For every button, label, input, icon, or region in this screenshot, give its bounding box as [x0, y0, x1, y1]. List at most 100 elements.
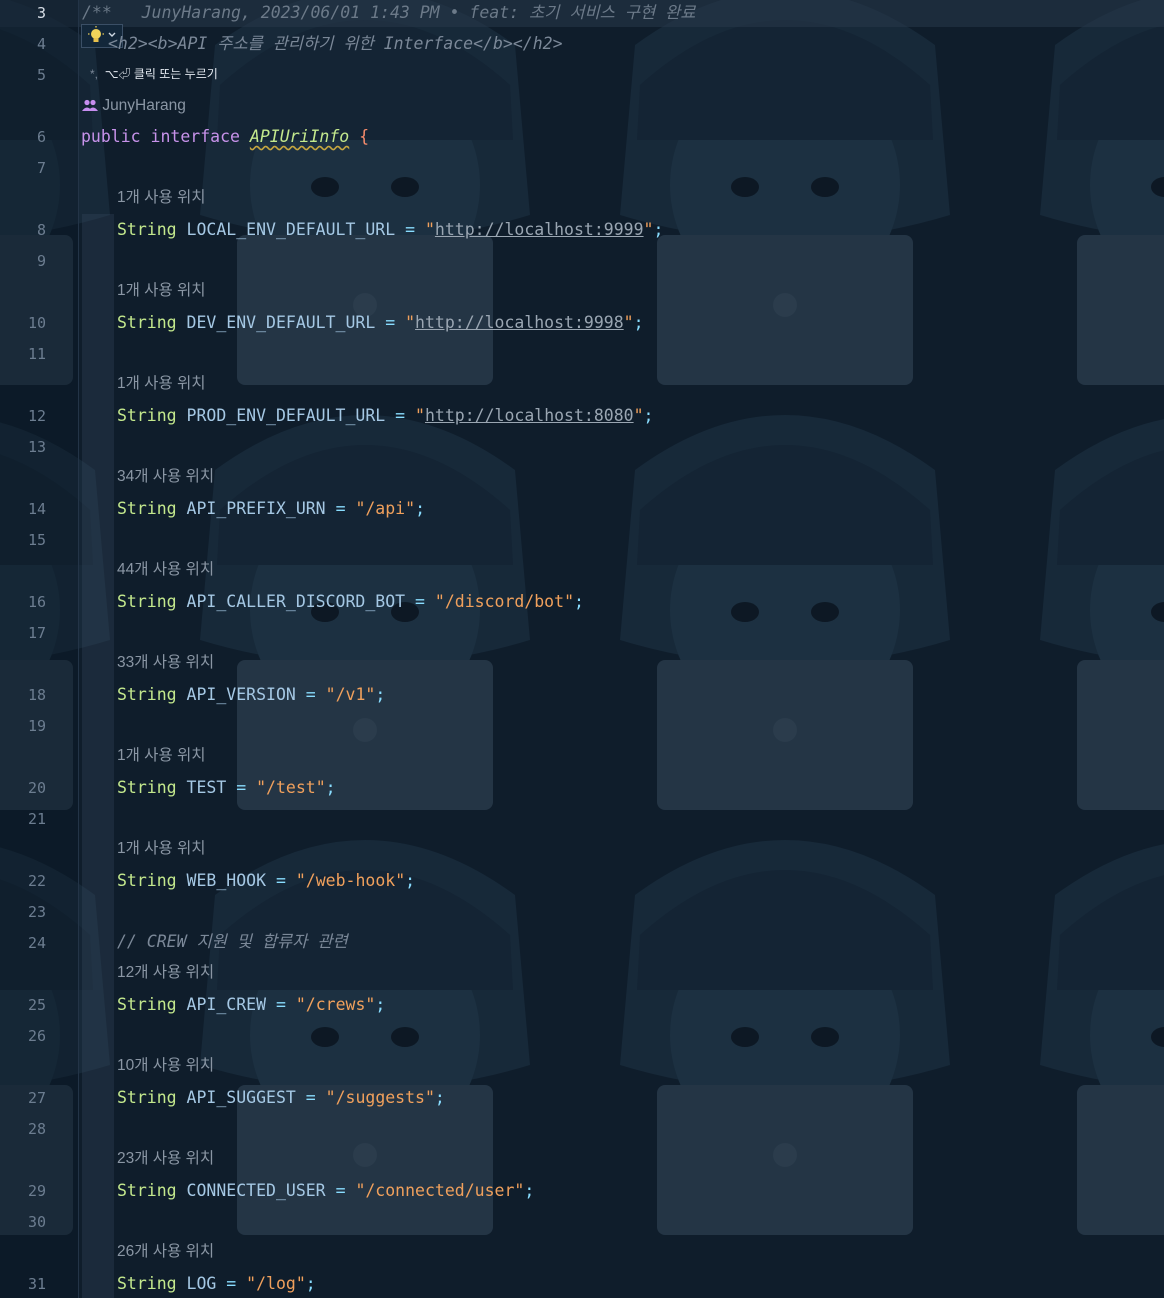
javadoc-line: <h2><b>API 주소를 관리하기 위한 Interface</b></h2… [108, 34, 563, 53]
string-literal: "/web-hook" [295, 871, 406, 890]
line-number[interactable]: 27 [0, 1088, 46, 1108]
field-type[interactable]: String [117, 1088, 177, 1107]
line-number[interactable]: 20 [0, 778, 46, 798]
field-declaration: String API_SUGGEST = "/suggests"; [117, 1087, 445, 1109]
field-value[interactable]: http://localhost:8080 [425, 406, 634, 425]
field-value: /v1 [335, 685, 366, 704]
line-number[interactable]: 7 [0, 158, 46, 178]
line-number[interactable]: 3 [0, 3, 46, 23]
string-literal: "/test" [256, 778, 326, 797]
field-value: /suggests [335, 1088, 425, 1107]
line-number[interactable]: 5 [0, 65, 46, 85]
assign-operator: = [305, 685, 316, 704]
line-number[interactable]: 28 [0, 1119, 46, 1139]
field-name[interactable]: API_CALLER_DISCORD_BOT [187, 592, 406, 611]
field-type[interactable]: String [117, 871, 177, 890]
field-type[interactable]: String [117, 220, 177, 239]
field-name[interactable]: DEV_ENV_DEFAULT_URL [187, 313, 376, 332]
field-type[interactable]: String [117, 592, 177, 611]
field-type[interactable]: String [117, 1181, 177, 1200]
field-declaration: String TEST = "/test"; [117, 777, 336, 799]
line-number[interactable]: 10 [0, 313, 46, 333]
line-number[interactable]: 8 [0, 220, 46, 240]
field-name[interactable]: TEST [187, 778, 227, 797]
usage-hint[interactable]: 33개 사용 위치 [117, 653, 214, 673]
usage-hint[interactable]: 26개 사용 위치 [117, 1242, 214, 1262]
usage-hint[interactable]: 44개 사용 위치 [117, 560, 214, 580]
code-editor[interactable]: 3 4 5 6 7 8 9 10 11 12 13 14 15 16 17 18 19 20 21 22 23 24 25 2… [0, 0, 1164, 1298]
field-type[interactable]: String [117, 685, 177, 704]
field-type[interactable]: String [117, 1274, 177, 1293]
field-name[interactable]: CONNECTED_USER [187, 1181, 326, 1200]
assign-operator: = [385, 313, 396, 332]
line-number[interactable]: 29 [0, 1181, 46, 1201]
line-number[interactable]: 23 [0, 902, 46, 922]
line-number[interactable]: 25 [0, 995, 46, 1015]
interface-name[interactable]: APIUriInfo [250, 127, 349, 146]
string-literal: "/suggests" [325, 1088, 435, 1107]
usage-hint[interactable]: 34개 사용 위치 [117, 467, 214, 487]
usage-hint[interactable]: 1개 사용 위치 [117, 374, 206, 394]
semicolon: ; [653, 220, 664, 239]
usage-hint[interactable]: 10개 사용 위치 [117, 1056, 214, 1076]
usage-hint[interactable]: 1개 사용 위치 [117, 746, 206, 766]
git-blame-annotation: /** JunyHarang, 2023/06/01 1:43 PM • fea… [82, 3, 696, 22]
line-number[interactable]: 15 [0, 530, 46, 550]
field-name[interactable]: LOG [187, 1274, 217, 1293]
field-value[interactable]: http://localhost:9998 [415, 313, 624, 332]
field-name[interactable]: API_VERSION [187, 685, 296, 704]
line-number[interactable]: 21 [0, 809, 46, 829]
semicolon: ; [405, 871, 416, 890]
field-type[interactable]: String [117, 995, 177, 1014]
semicolon: ; [524, 1181, 535, 1200]
line-number[interactable]: 26 [0, 1026, 46, 1046]
line-number[interactable]: 4 [0, 34, 46, 54]
line-number[interactable]: 16 [0, 592, 46, 612]
field-value[interactable]: http://localhost:9999 [435, 220, 644, 239]
field-type[interactable]: String [117, 313, 177, 332]
field-type[interactable]: String [117, 499, 177, 518]
field-value: /api [365, 499, 406, 518]
string-literal: "/discord/bot" [434, 592, 574, 611]
line-number[interactable]: 31 [0, 1274, 46, 1294]
field-declaration: String LOCAL_ENV_DEFAULT_URL = "http://l… [117, 219, 663, 241]
semicolon: ; [434, 1088, 445, 1107]
line-number[interactable]: 22 [0, 871, 46, 891]
quick-fix-key-hint: *, ⌥⏎ 클릭 또는 누르기 [90, 66, 218, 82]
usage-hint[interactable]: 23개 사용 위치 [117, 1149, 214, 1169]
doc-star: *, [90, 67, 99, 81]
line-number[interactable]: 12 [0, 406, 46, 426]
string-literal: "http://localhost:8080" [415, 406, 644, 425]
usage-hint[interactable]: 1개 사용 위치 [117, 839, 206, 859]
field-name[interactable]: PROD_ENV_DEFAULT_URL [187, 406, 386, 425]
semicolon: ; [574, 592, 584, 611]
field-name[interactable]: LOCAL_ENV_DEFAULT_URL [187, 220, 396, 239]
line-number[interactable]: 24 [0, 933, 46, 953]
interface-declaration: public interface APIUriInfo { [81, 126, 369, 148]
code-author-hint[interactable]: JunyHarang [82, 96, 186, 116]
semicolon: ; [375, 685, 386, 704]
field-type[interactable]: String [117, 406, 177, 425]
usage-hint[interactable]: 1개 사용 위치 [117, 188, 206, 208]
field-name[interactable]: WEB_HOOK [187, 871, 266, 890]
usage-hint[interactable]: 12개 사용 위치 [117, 963, 214, 983]
line-number[interactable]: 11 [0, 344, 46, 364]
assign-operator: = [275, 871, 286, 890]
line-number[interactable]: 13 [0, 437, 46, 457]
line-number[interactable]: 6 [0, 127, 46, 147]
field-name[interactable]: API_SUGGEST [187, 1088, 296, 1107]
line-number[interactable]: 14 [0, 499, 46, 519]
line-number[interactable]: 30 [0, 1212, 46, 1232]
line-number[interactable]: 9 [0, 251, 46, 271]
field-name[interactable]: API_CREW [187, 995, 266, 1014]
line-number[interactable]: 19 [0, 716, 46, 736]
line-number[interactable]: 17 [0, 623, 46, 643]
key-hint-text: ⌥⏎ 클릭 또는 누르기 [104, 67, 218, 81]
usage-hint[interactable]: 1개 사용 위치 [117, 281, 206, 301]
field-value: /web-hook [305, 871, 396, 890]
semicolon: ; [325, 778, 336, 797]
field-name[interactable]: API_PREFIX_URN [187, 499, 326, 518]
field-type[interactable]: String [117, 778, 177, 797]
line-number[interactable]: 18 [0, 685, 46, 705]
semicolon: ; [305, 1274, 316, 1293]
